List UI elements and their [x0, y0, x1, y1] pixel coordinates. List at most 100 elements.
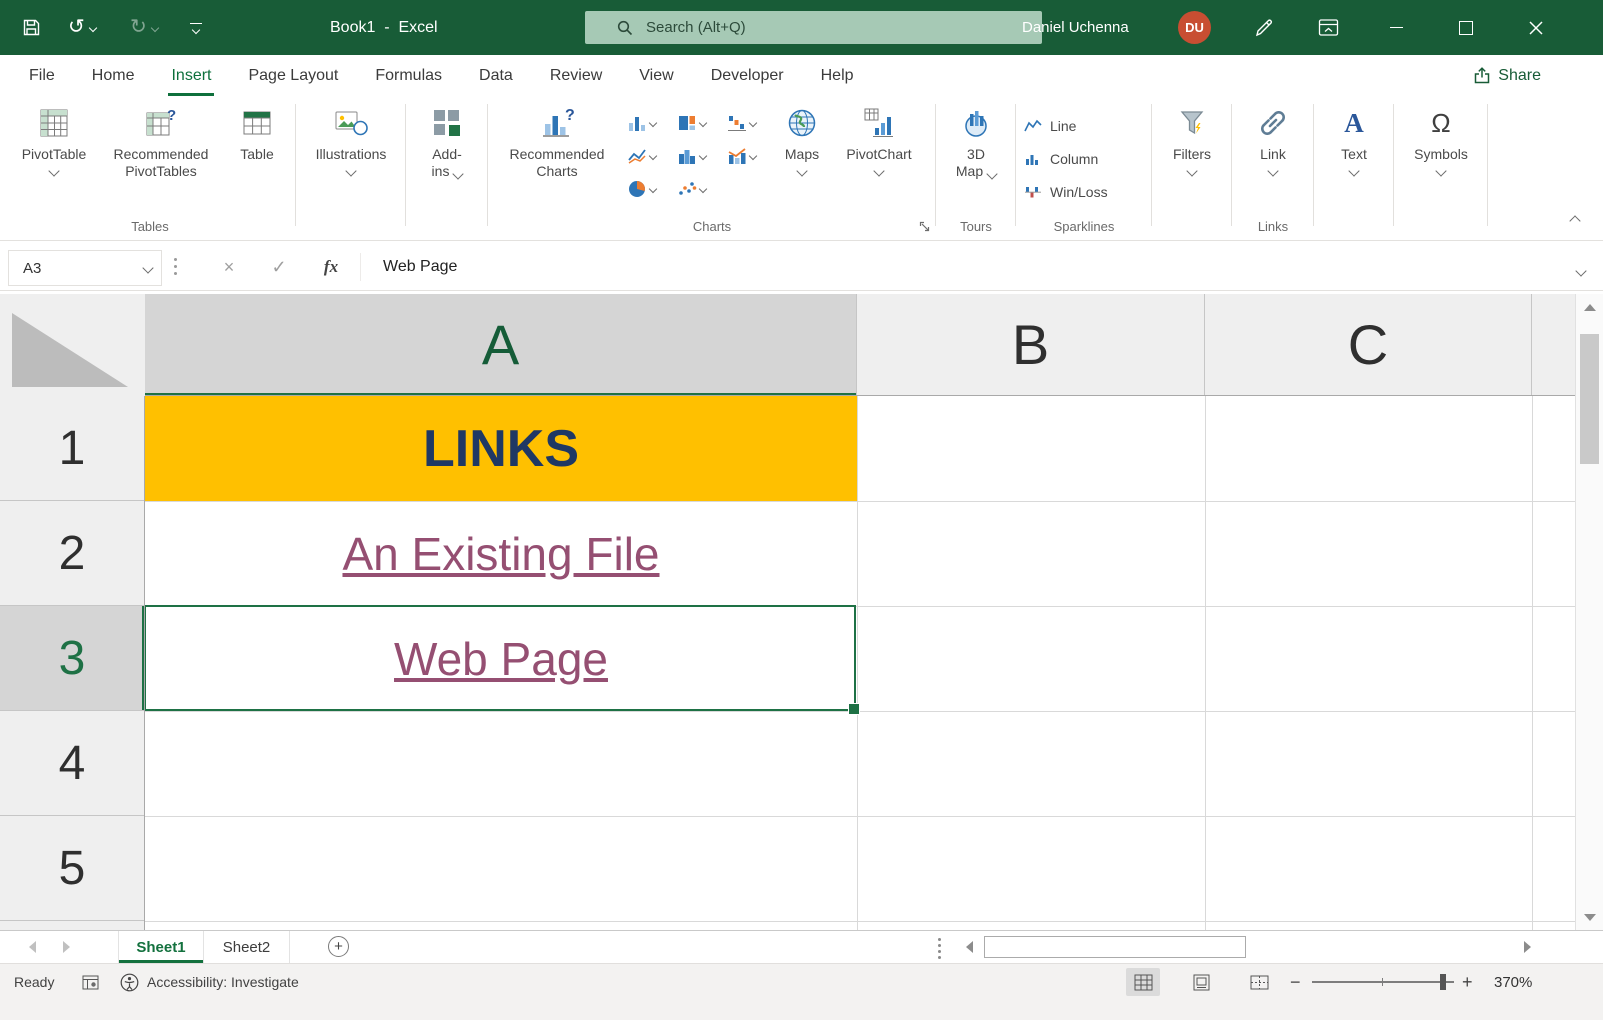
page-layout-view-button[interactable] [1184, 968, 1218, 996]
sparkline-column-button[interactable]: Column [1024, 145, 1098, 173]
tab-data[interactable]: Data [476, 55, 516, 96]
horizontal-scrollbar-thumb[interactable] [984, 936, 1246, 958]
column-header-C[interactable]: C [1205, 294, 1532, 395]
filters-button[interactable]: Filters [1158, 103, 1226, 177]
symbols-button[interactable]: Ω Symbols [1404, 103, 1478, 177]
zoom-in-button[interactable]: + [1462, 964, 1473, 1000]
pivotchart-button[interactable]: PivotChart [832, 103, 926, 177]
row-header-3[interactable]: 3 [0, 606, 144, 711]
select-all-button[interactable] [0, 294, 146, 397]
tab-file[interactable]: File [26, 55, 58, 96]
insert-line-chart-button[interactable] [624, 139, 672, 172]
previous-sheet-button[interactable] [18, 931, 46, 963]
next-sheet-button[interactable] [52, 931, 80, 963]
cell-C2[interactable] [1205, 501, 1532, 606]
share-button[interactable]: Share [1473, 55, 1541, 96]
hscroll-right-button[interactable] [1514, 931, 1540, 963]
undo-dropdown-icon[interactable] [88, 23, 98, 32]
row-header-4[interactable]: 4 [0, 711, 144, 816]
scroll-down-button[interactable] [1576, 904, 1603, 930]
column-header-A[interactable]: A [145, 294, 857, 395]
maximize-button[interactable] [1443, 0, 1489, 55]
enter-button[interactable]: ✓ [262, 244, 296, 290]
insert-hierarchy-chart-button[interactable] [674, 106, 722, 139]
recommended-pivottables-button[interactable]: ? Recommended PivotTables [100, 103, 222, 180]
save-button[interactable] [22, 18, 41, 37]
insert-waterfall-chart-button[interactable] [724, 106, 772, 139]
cell-A4[interactable] [145, 711, 857, 816]
cell-B3[interactable] [857, 606, 1205, 711]
redo-button[interactable]: ↻ [130, 17, 147, 38]
charts-dialog-launcher[interactable] [918, 220, 931, 233]
normal-view-button[interactable] [1126, 968, 1160, 996]
addins-button[interactable]: Add- ins [410, 103, 484, 180]
sparkline-winloss-button[interactable]: Win/Loss [1024, 178, 1108, 206]
row-header-1[interactable]: 1 [0, 396, 144, 501]
ribbon-display-options-button[interactable] [1308, 0, 1348, 55]
scroll-up-button[interactable] [1576, 294, 1603, 320]
cell-A5[interactable] [145, 816, 857, 921]
new-sheet-button[interactable]: + [328, 936, 349, 957]
search-box[interactable]: Search (Alt+Q) [585, 11, 1042, 44]
tab-developer[interactable]: Developer [708, 55, 787, 96]
cell-A2[interactable]: An Existing File [145, 501, 857, 606]
vertical-scrollbar-thumb[interactable] [1580, 334, 1599, 464]
expand-formula-bar-button[interactable] [1575, 262, 1587, 280]
cell-C3[interactable] [1205, 606, 1532, 711]
row-header-2[interactable]: 2 [0, 501, 144, 606]
cell-C5[interactable] [1205, 816, 1532, 921]
redo-dropdown-icon[interactable] [150, 23, 160, 32]
insert-scatter-chart-button[interactable] [674, 172, 722, 205]
tab-bar-splitter[interactable] [938, 938, 941, 959]
macro-record-button[interactable] [82, 964, 99, 1000]
name-box[interactable]: A3 [8, 250, 162, 286]
insert-combo-chart-button[interactable] [724, 139, 772, 172]
hscroll-left-button[interactable] [956, 931, 982, 963]
tab-help[interactable]: Help [818, 55, 857, 96]
cell-B4[interactable] [857, 711, 1205, 816]
text-button[interactable]: A Text [1324, 103, 1384, 177]
tab-insert[interactable]: Insert [168, 55, 215, 96]
formula-bar-splitter[interactable] [174, 258, 177, 275]
formula-input[interactable]: Web Page [383, 244, 457, 290]
cell-C1[interactable] [1205, 396, 1532, 501]
sheet-tab-sheet2[interactable]: Sheet2 [204, 931, 290, 963]
minimize-button[interactable] [1373, 0, 1419, 55]
zoom-level-button[interactable]: 370% [1494, 964, 1532, 1000]
tab-page-layout[interactable]: Page Layout [245, 55, 341, 96]
insert-pie-chart-button[interactable] [624, 172, 672, 205]
account-name[interactable]: Daniel Uchenna [1022, 19, 1129, 36]
accessibility-checker-button[interactable]: Accessibility: Investigate [120, 964, 299, 1000]
customize-quick-access-button[interactable] [190, 22, 202, 34]
name-box-dropdown-icon[interactable] [142, 262, 154, 274]
tab-home[interactable]: Home [89, 55, 138, 96]
avatar[interactable]: DU [1178, 11, 1211, 44]
cancel-button[interactable]: × [212, 244, 246, 290]
cell-B5[interactable] [857, 816, 1205, 921]
cell-C4[interactable] [1205, 711, 1532, 816]
table-button[interactable]: Table [226, 103, 288, 163]
link-button[interactable]: Link [1240, 103, 1306, 177]
tab-review[interactable]: Review [547, 55, 605, 96]
maps-button[interactable]: Maps [776, 103, 828, 177]
cell-B2[interactable] [857, 501, 1205, 606]
insert-column-chart-button[interactable] [624, 106, 672, 139]
page-break-preview-button[interactable] [1242, 968, 1276, 996]
insert-function-button[interactable]: fx [314, 244, 348, 290]
pivottable-button[interactable]: PivotTable [10, 103, 98, 177]
illustrations-button[interactable]: Illustrations [304, 103, 398, 177]
zoom-slider[interactable] [1312, 974, 1454, 990]
zoom-out-button[interactable]: − [1290, 964, 1301, 1000]
cell-A1[interactable]: LINKS [145, 396, 857, 501]
close-button[interactable] [1513, 0, 1559, 55]
collapse-ribbon-button[interactable] [1569, 212, 1581, 230]
column-header-partial[interactable] [1532, 294, 1575, 395]
vertical-scrollbar[interactable] [1575, 294, 1603, 930]
zoom-slider-thumb[interactable] [1440, 974, 1446, 990]
undo-button[interactable]: ↺ [68, 17, 85, 38]
insert-statistic-chart-button[interactable] [674, 139, 722, 172]
tab-formulas[interactable]: Formulas [372, 55, 445, 96]
fill-handle[interactable] [848, 703, 860, 715]
column-header-B[interactable]: B [857, 294, 1205, 395]
cell-B1[interactable] [857, 396, 1205, 501]
